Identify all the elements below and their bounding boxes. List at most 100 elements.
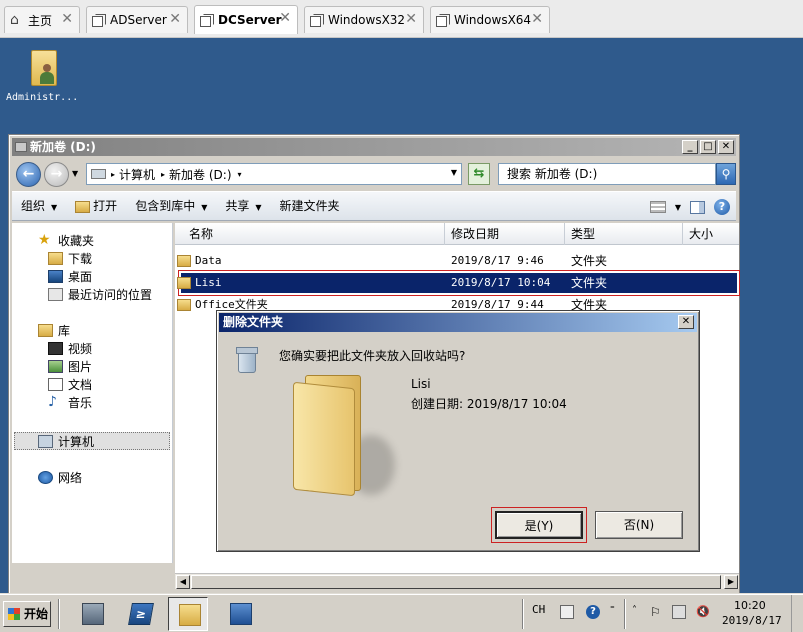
close-icon[interactable]: ✕ (279, 10, 291, 26)
taskbar-powershell[interactable]: ≥ (120, 597, 160, 631)
flag-icon[interactable]: ⚐ (650, 605, 664, 619)
column-header-name[interactable]: 名称 (175, 223, 445, 245)
speaker-muted-icon[interactable]: 🔇 (696, 605, 710, 619)
chevron-down-icon[interactable]: ▼ (72, 169, 78, 178)
taskbar-explorer[interactable] (168, 597, 208, 631)
host-tab-label: 主页 (28, 13, 53, 28)
nav-item-music[interactable]: ♪ 音乐 (48, 393, 92, 411)
dialog-item-name: Lisi (411, 377, 431, 391)
open-label: 打开 (93, 199, 118, 213)
host-tab-bar: ⌂ 主页 ✕ ADServer ✕ DCServer ✕ WindowsX32 … (0, 0, 803, 38)
nav-item-desktop[interactable]: 桌面 (48, 267, 92, 285)
nav-item-pictures[interactable]: 图片 (48, 357, 92, 375)
maximize-button[interactable]: □ (700, 140, 716, 154)
column-header-size[interactable]: 大小 (683, 223, 739, 245)
clock-time[interactable]: 10:20 (734, 599, 766, 612)
close-button[interactable]: ✕ (718, 140, 734, 154)
chevron-up-icon[interactable]: ˄ (632, 605, 646, 619)
nav-label: 收藏夹 (58, 233, 95, 248)
address-bar[interactable]: ▸ 计算机 ▸ 新加卷 (D:) ▾ ▼ (86, 163, 462, 185)
horizontal-scrollbar[interactable]: ◀ ▶ (175, 573, 739, 589)
close-icon[interactable]: ✕ (169, 11, 181, 27)
scroll-right-icon[interactable]: ▶ (724, 575, 738, 589)
nav-label: 下载 (68, 251, 93, 266)
help-icon[interactable]: ? (586, 605, 600, 619)
breadcrumb-drive[interactable]: 新加卷 (D:) (169, 166, 231, 183)
window-icon (310, 13, 324, 27)
breadcrumb-computer[interactable]: 计算机 (119, 166, 155, 183)
yes-button[interactable]: 是(Y) (491, 507, 587, 543)
nav-item-network[interactable]: 网络 (38, 468, 82, 486)
refresh-button[interactable]: ⇆ (468, 163, 490, 185)
nav-item-libraries[interactable]: 库 (38, 321, 70, 339)
dialog-titlebar[interactable]: 删除文件夹 ✕ (219, 313, 697, 332)
close-icon[interactable]: ✕ (61, 11, 73, 27)
column-header-type[interactable]: 类型 (565, 223, 683, 245)
chevron-down-icon: ▼ (51, 203, 58, 212)
nav-item-videos[interactable]: 视频 (48, 339, 92, 357)
explorer-titlebar[interactable]: 新加卷 (D:) _ □ ✕ (12, 138, 736, 156)
back-button[interactable]: ← (16, 162, 41, 187)
view-options-icon[interactable] (649, 201, 666, 213)
open-button[interactable]: 打开 (66, 191, 126, 221)
close-icon[interactable]: ✕ (405, 11, 417, 27)
navigation-pane: ★ 收藏夹 下载 桌面 最近访问的位置 库 视频 图片 文档 ♪ 音乐 计算机 网络 (12, 223, 173, 563)
organize-button[interactable]: 组织 ▼ (12, 191, 66, 221)
nav-item-favorites[interactable]: ★ 收藏夹 (38, 231, 94, 249)
host-tab-home[interactable]: ⌂ 主页 ✕ (4, 6, 80, 33)
chevron-right-icon[interactable]: ▸ (161, 170, 165, 179)
desktop-icon-administrator[interactable]: Administr... (6, 42, 78, 103)
clock-date[interactable]: 2019/8/17 (722, 614, 782, 627)
chevron-right-icon[interactable]: ▸ (111, 170, 115, 179)
nav-label: 网络 (58, 470, 83, 485)
scroll-thumb[interactable] (191, 575, 721, 589)
scroll-left-icon[interactable]: ◀ (176, 575, 190, 589)
show-desktop-button[interactable] (791, 595, 803, 632)
nav-item-computer[interactable]: 计算机 (38, 432, 94, 450)
folder-icon (177, 299, 191, 311)
file-type: 文件夹 (571, 254, 608, 268)
share-button[interactable]: 共享 ▼ (216, 191, 270, 221)
file-row-lisi[interactable]: Lisi 2019/8/17 10:04 文件夹 (177, 270, 740, 296)
network-tray-icon[interactable] (672, 605, 686, 619)
column-header-modified[interactable]: 修改日期 (445, 223, 565, 245)
minimize-button[interactable]: _ (682, 140, 698, 154)
language-indicator[interactable]: CH (532, 603, 545, 616)
preview-pane-icon[interactable] (690, 200, 705, 214)
taskbar-network-app[interactable] (220, 597, 260, 631)
keyboard-icon[interactable] (560, 605, 574, 619)
help-icon[interactable]: ? (714, 199, 730, 215)
ime-options-icon[interactable]: ⁼ (610, 605, 624, 619)
chevron-down-icon[interactable]: ▼ (675, 203, 681, 212)
no-button[interactable]: 否(N) (595, 511, 683, 539)
include-in-library-button[interactable]: 包含到库中 ▼ (126, 191, 216, 221)
host-tab-adserver[interactable]: ADServer ✕ (86, 6, 188, 33)
nav-item-downloads[interactable]: 下载 (48, 249, 92, 267)
host-tab-windowsx64[interactable]: WindowsX64 ✕ (430, 6, 550, 33)
search-icon[interactable]: ⚲ (716, 163, 736, 185)
host-tab-label: ADServer (110, 13, 167, 27)
nav-item-recent[interactable]: 最近访问的位置 (48, 285, 152, 303)
chevron-down-icon: ▼ (255, 203, 262, 212)
explorer-folder-icon (179, 604, 201, 626)
search-input[interactable]: 搜索 新加卷 (D:) (498, 163, 716, 185)
start-button[interactable]: 开始 (3, 601, 51, 627)
close-icon[interactable]: ✕ (531, 11, 543, 27)
organize-label: 组织 (21, 199, 46, 213)
address-dropdown-icon[interactable]: ▼ (451, 168, 457, 177)
taskbar-server-manager[interactable] (72, 597, 112, 631)
new-folder-label: 新建文件夹 (279, 199, 340, 213)
host-tab-windowsx32[interactable]: WindowsX32 ✕ (304, 6, 424, 33)
forward-button[interactable]: → (44, 162, 69, 187)
host-tab-dcserver[interactable]: DCServer ✕ (194, 5, 298, 34)
dialog-message: 您确实要把此文件夹放入回收站吗? (279, 349, 466, 363)
chevron-down-icon[interactable]: ▾ (238, 170, 242, 179)
new-folder-button[interactable]: 新建文件夹 (271, 191, 349, 221)
host-tab-label: WindowsX32 (328, 13, 406, 27)
file-row-data[interactable]: Data 2019/8/17 9:46 文件夹 (177, 251, 737, 271)
nav-item-documents[interactable]: 文档 (48, 375, 92, 393)
windows-logo-icon (8, 608, 20, 620)
music-icon: ♪ (48, 393, 57, 410)
include-label: 包含到库中 (135, 199, 196, 213)
dialog-close-button[interactable]: ✕ (678, 315, 694, 329)
